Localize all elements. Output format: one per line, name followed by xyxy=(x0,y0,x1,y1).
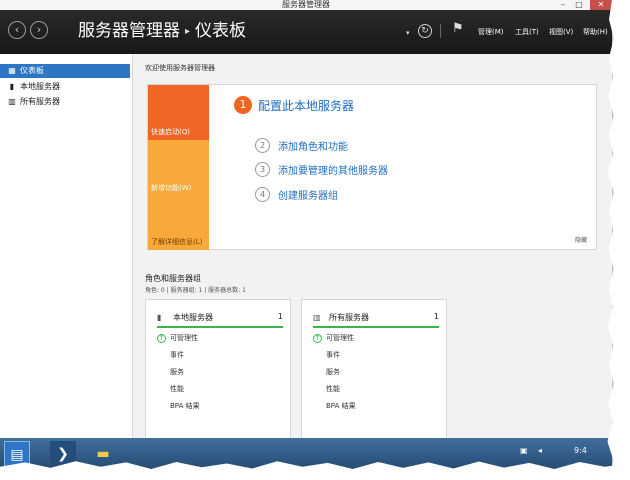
card-row-bpa-results[interactable]: BPA 结果 xyxy=(326,401,356,411)
card-header: ▥ 所有服务器 1 xyxy=(313,310,439,328)
breadcrumb-separator-icon: ▸ xyxy=(185,26,191,37)
step-link[interactable]: 添加角色和功能 xyxy=(278,142,348,153)
breadcrumb: 服务器管理器 ▸ 仪表板 xyxy=(78,20,246,45)
step-number: 4 xyxy=(255,187,270,202)
row-label: 可管理性 xyxy=(326,334,354,342)
tile-label: 了解详细信息(L) xyxy=(151,238,203,246)
header-bar: ‹ › 服务器管理器 ▸ 仪表板 ▾ ↻ ⚑ 管理(M) 工具(T) 视图(V) 帮… xyxy=(0,10,612,54)
step-link[interactable]: 创建服务器组 xyxy=(278,191,338,202)
sidebar: ▦ 仪表板 ▮ 本地服务器 ▥ 所有服务器 xyxy=(0,54,133,470)
step-number: 1 xyxy=(234,96,252,114)
status-ok-icon: ↑ xyxy=(157,333,166,343)
maximize-button[interactable]: □ xyxy=(572,0,586,10)
step-number: 2 xyxy=(255,138,270,153)
card-row-services[interactable]: 服务 xyxy=(326,367,340,377)
card-row-manageability[interactable]: ↑ 可管理性 xyxy=(157,333,198,343)
header-divider xyxy=(440,24,441,38)
powershell-icon: ❯ xyxy=(57,446,69,462)
tile-whats-new[interactable]: 新增功能(W) xyxy=(148,140,209,196)
network-icon[interactable]: ▣ xyxy=(520,446,528,455)
step-add-servers[interactable]: 3 添加要管理的其他服务器 xyxy=(255,162,388,177)
sidebar-item-all-servers[interactable]: ▥ 所有服务器 xyxy=(0,95,130,109)
welcome-heading: 欢迎使用服务器管理器 xyxy=(145,64,215,72)
status-ok-icon: ↑ xyxy=(313,333,322,343)
window-title: 服务器管理器 xyxy=(282,0,330,9)
quick-start-panel: 快速启动(Q) 新增功能(W) 了解详细信息(L) 1 配置此本地服务器 2 添加角… xyxy=(147,84,597,250)
card-row-events[interactable]: 事件 xyxy=(326,350,340,360)
refresh-button[interactable]: ↻ xyxy=(418,24,432,38)
sidebar-item-dashboard[interactable]: ▦ 仪表板 xyxy=(0,64,130,78)
step-link[interactable]: 添加要管理的其他服务器 xyxy=(278,166,388,177)
sidebar-item-label: 所有服务器 xyxy=(20,97,60,106)
volume-icon[interactable]: ◂ xyxy=(538,446,542,455)
tile-quick-start[interactable]: 快速启动(Q) xyxy=(148,85,209,140)
server-icon: ▮ xyxy=(157,313,162,322)
menu-manage[interactable]: 管理(M) xyxy=(478,27,504,37)
card-row-performance[interactable]: 性能 xyxy=(326,384,340,394)
row-label: 可管理性 xyxy=(170,334,198,342)
card-count: 1 xyxy=(277,312,283,321)
tile-learn-more[interactable]: 了解详细信息(L) xyxy=(148,196,209,250)
card-title[interactable]: 本地服务器 xyxy=(173,312,213,323)
arrow-right-icon: › xyxy=(36,23,42,36)
sidebar-item-local-server[interactable]: ▮ 本地服务器 xyxy=(0,80,130,94)
servers-icon: ▥ xyxy=(313,313,321,322)
notifications-flag-icon[interactable]: ⚑ xyxy=(452,22,464,36)
hide-link[interactable]: 隐藏 xyxy=(575,235,587,244)
server-manager-icon: ▤ xyxy=(10,447,24,463)
server-icon: ▮ xyxy=(9,82,15,91)
minimize-button[interactable]: – xyxy=(556,0,570,10)
clock[interactable]: 9:4 xyxy=(574,446,587,455)
forward-button[interactable]: › xyxy=(30,21,48,39)
step-create-group[interactable]: 4 创建服务器组 xyxy=(255,187,338,202)
card-count: 1 xyxy=(433,312,439,321)
breadcrumb-page: 仪表板 xyxy=(195,21,247,41)
dashboard-icon: ▦ xyxy=(8,66,16,75)
refresh-icon: ↻ xyxy=(421,26,429,36)
close-button[interactable]: ✕ xyxy=(590,0,612,10)
tile-label: 新增功能(W) xyxy=(151,184,192,192)
step-add-roles[interactable]: 2 添加角色和功能 xyxy=(255,138,348,153)
card-header: ▮ 本地服务器 1 xyxy=(157,310,283,328)
taskbar-file-explorer[interactable]: ▬ xyxy=(90,441,116,467)
dashboard-content: 欢迎使用服务器管理器 快速启动(Q) 新增功能(W) 了解详细信息(L) 1 配置… xyxy=(133,54,612,470)
dropdown-arrow-icon[interactable]: ▾ xyxy=(406,26,410,40)
sidebar-item-label: 本地服务器 xyxy=(20,82,60,91)
step-configure-local-server[interactable]: 1 配置此本地服务器 xyxy=(234,96,354,114)
roles-heading: 角色和服务器组 xyxy=(145,274,201,283)
card-row-performance[interactable]: 性能 xyxy=(170,384,184,394)
step-number: 3 xyxy=(255,162,270,177)
menu-help[interactable]: 帮助(H) xyxy=(583,27,608,37)
sidebar-item-label: 仪表板 xyxy=(20,66,44,75)
menu-view[interactable]: 视图(V) xyxy=(549,27,573,37)
back-button[interactable]: ‹ xyxy=(8,21,26,39)
menu-tools[interactable]: 工具(T) xyxy=(515,27,539,37)
card-row-bpa-results[interactable]: BPA 结果 xyxy=(170,401,200,411)
arrow-left-icon: ‹ xyxy=(14,23,20,36)
server-manager-window: 服务器管理器 – □ ✕ ‹ › 服务器管理器 ▸ 仪表板 ▾ ↻ ⚑ 管理(M) … xyxy=(0,0,612,470)
card-row-manageability[interactable]: ↑ 可管理性 xyxy=(313,333,354,343)
folder-icon: ▬ xyxy=(96,446,110,462)
roles-summary: 角色: 0 | 服务器组: 1 | 服务器总数: 1 xyxy=(145,287,246,294)
card-row-events[interactable]: 事件 xyxy=(170,350,184,360)
tile-label: 快速启动(Q) xyxy=(151,128,190,136)
card-title[interactable]: 所有服务器 xyxy=(329,312,369,323)
breadcrumb-root[interactable]: 服务器管理器 xyxy=(78,21,180,41)
card-row-services[interactable]: 服务 xyxy=(170,367,184,377)
servers-icon: ▥ xyxy=(8,97,16,106)
step-link[interactable]: 配置此本地服务器 xyxy=(258,99,354,113)
